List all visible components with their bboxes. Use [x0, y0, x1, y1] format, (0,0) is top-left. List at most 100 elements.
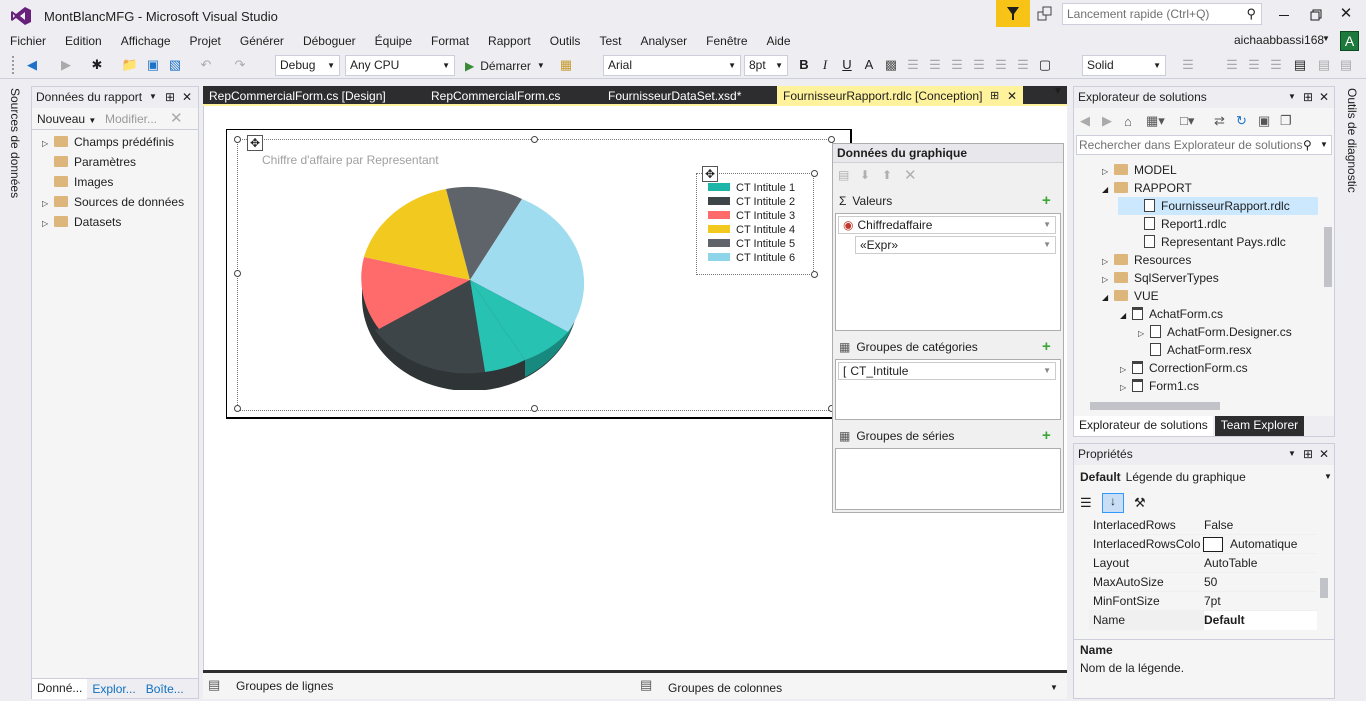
resize-handle[interactable]: [531, 405, 538, 412]
tab-fournisseurdataset-xsd[interactable]: FournisseurDataSet.xsd*: [602, 86, 777, 106]
menu-rapport[interactable]: Rapport: [488, 34, 531, 48]
tree-item-vue[interactable]: ◢ VUE: [1102, 287, 1159, 305]
border-style-select[interactable]: Solid ▼: [1082, 55, 1166, 76]
table-layout-icon[interactable]: ▤: [1290, 55, 1310, 75]
align-bottom-icon[interactable]: ☰: [1013, 55, 1033, 75]
italic-button[interactable]: I: [815, 55, 835, 75]
scrollbar-thumb[interactable]: [1320, 578, 1328, 598]
menu-projet[interactable]: Projet: [190, 34, 221, 48]
feedback-filter-button[interactable]: [996, 0, 1030, 27]
avatar[interactable]: A: [1340, 31, 1359, 51]
property-row[interactable]: MaxAutoSize 50: [1089, 573, 1317, 592]
save-icon[interactable]: ▣: [143, 55, 163, 75]
close-icon[interactable]: ✕: [1319, 87, 1329, 107]
tab-boite-outils[interactable]: Boîte...: [141, 682, 189, 696]
pin-icon[interactable]: ⊞: [1303, 444, 1313, 464]
tab-explorateur[interactable]: Explor...: [87, 682, 140, 696]
expand-icon[interactable]: ▷: [42, 215, 54, 233]
menu-test[interactable]: Test: [599, 34, 621, 48]
menu-affichage[interactable]: Affichage: [121, 34, 171, 48]
open-folder-icon[interactable]: 📁: [120, 55, 140, 75]
tree-item-datasets[interactable]: ▷ Datasets: [42, 213, 121, 231]
forward-icon[interactable]: ▶: [1102, 113, 1124, 129]
align-right-icon[interactable]: ☰: [947, 55, 967, 75]
new-project-icon[interactable]: ✱: [87, 55, 107, 75]
font-family-select[interactable]: Arial ▼: [603, 55, 741, 76]
border-icon[interactable]: ▢: [1035, 55, 1055, 75]
collapse-icon[interactable]: ◢: [1102, 289, 1114, 307]
pin-icon[interactable]: ⊞: [990, 86, 999, 106]
underline-button[interactable]: U: [837, 55, 857, 75]
pie-chart[interactable]: [355, 185, 585, 390]
tree-item-form1[interactable]: ▷ Form1.cs: [1120, 377, 1199, 395]
resize-handle[interactable]: [234, 270, 241, 277]
scrollbar-thumb[interactable]: [1090, 402, 1220, 410]
menu-outils[interactable]: Outils: [550, 34, 581, 48]
menu-format[interactable]: Format: [431, 34, 469, 48]
alphabetical-icon[interactable]: ↓: [1102, 493, 1124, 513]
property-row[interactable]: MinFontSize 7pt: [1089, 592, 1317, 611]
close-icon[interactable]: ✕: [1319, 444, 1329, 464]
font-color-icon[interactable]: A: [859, 55, 879, 75]
property-row[interactable]: Layout AutoTable: [1089, 554, 1317, 573]
tree-item-fournisseurrapport[interactable]: FournisseurRapport.rdlc: [1144, 197, 1290, 215]
font-size-select[interactable]: 8pt ▼: [744, 55, 788, 76]
side-tab-outils-de-diagnostic[interactable]: Outils de diagnostic: [1345, 88, 1359, 193]
report-data-icon[interactable]: ▦: [556, 55, 576, 75]
border-width-icon[interactable]: ☰: [1178, 55, 1198, 75]
add-value-icon[interactable]: +: [1042, 190, 1051, 212]
user-name[interactable]: aichaabbassi168: [1234, 33, 1324, 47]
undo-icon[interactable]: ↶: [196, 55, 216, 75]
tree-item-representant-pays[interactable]: Representant Pays.rdlc: [1144, 233, 1286, 251]
chevron-down-icon[interactable]: ▼: [1288, 87, 1296, 107]
category-field-select[interactable]: [CT_Intitule ▼: [838, 362, 1056, 380]
home-icon[interactable]: ⌂: [1124, 114, 1146, 129]
tree-item-achatform-resx[interactable]: AchatForm.resx: [1150, 341, 1252, 359]
resize-handle[interactable]: [811, 170, 818, 177]
close-icon[interactable]: ✕: [182, 87, 192, 107]
resize-handle[interactable]: [828, 136, 835, 143]
expand-icon[interactable]: ▷: [1120, 379, 1132, 397]
user-dropdown-icon[interactable]: ▼: [1322, 34, 1330, 43]
tab-donnees[interactable]: Donné...: [32, 678, 88, 699]
tab-fournisseurrapport-rdlc[interactable]: FournisseurRapport.rdlc [Conception] ⊞ ✕: [777, 86, 1023, 106]
properties-scrollbar[interactable]: [1318, 516, 1330, 634]
chevron-down-icon[interactable]: ▼: [149, 87, 157, 107]
menu-analyser[interactable]: Analyser: [640, 34, 687, 48]
tab-repcommercialform-cs[interactable]: RepCommercialForm.cs: [425, 86, 600, 106]
tab-repcommercialform-design[interactable]: RepCommercialForm.cs [Design]: [203, 86, 423, 106]
tab-team-explorer[interactable]: Team Explorer: [1214, 416, 1305, 436]
align-top-icon[interactable]: ☰: [969, 55, 989, 75]
notifications-icon[interactable]: [1036, 5, 1054, 23]
resize-handle[interactable]: [234, 405, 241, 412]
back-icon[interactable]: ◀: [22, 55, 42, 75]
align-centers-icon[interactable]: ☰: [1244, 55, 1264, 75]
quick-launch-input[interactable]: Lancement rapide (Ctrl+Q) ⚲: [1062, 3, 1262, 25]
close-icon[interactable]: ✕: [1007, 86, 1017, 106]
forward-icon[interactable]: ▶: [56, 55, 76, 75]
toolbar-grip[interactable]: [12, 56, 16, 74]
tree-item-achatform-designer[interactable]: ▷ AchatForm.Designer.cs: [1138, 323, 1292, 341]
align-middle-icon[interactable]: ☰: [991, 55, 1011, 75]
tree-item-report1[interactable]: Report1.rdlc: [1144, 215, 1226, 233]
sync-icon[interactable]: ⇄: [1214, 113, 1236, 129]
collapse-icon[interactable]: ◢: [1120, 307, 1132, 325]
solution-search-input[interactable]: Rechercher dans Explorateur de solutions…: [1076, 135, 1332, 155]
vertical-scrollbar[interactable]: [1322, 157, 1334, 397]
move-up-icon[interactable]: ⬆: [882, 168, 904, 182]
redo-icon[interactable]: ↷: [230, 55, 250, 75]
edit-button[interactable]: Modifier...: [105, 112, 157, 126]
row-groups-label[interactable]: Groupes de lignes: [236, 679, 333, 693]
pending-changes-icon[interactable]: □▾: [1180, 113, 1214, 129]
collapse-all-icon[interactable]: ▣: [1258, 113, 1280, 129]
property-row-selected[interactable]: Name Default: [1089, 611, 1317, 630]
align-center-icon[interactable]: ☰: [925, 55, 945, 75]
property-row[interactable]: InterlacedRows False: [1089, 516, 1317, 535]
start-debug-button[interactable]: ▶ Démarrer ▼: [465, 55, 545, 76]
tab-solution-explorer[interactable]: Explorateur de solutions: [1074, 416, 1213, 436]
tree-item-sqlservertypes[interactable]: ▷ SqlServerTypes: [1102, 269, 1219, 287]
menu-aide[interactable]: Aide: [767, 34, 791, 48]
tree-item-parametres[interactable]: Paramètres: [54, 153, 136, 171]
menu-deboguer[interactable]: Déboguer: [303, 34, 356, 48]
close-window-button[interactable]: ✕: [1336, 4, 1356, 24]
